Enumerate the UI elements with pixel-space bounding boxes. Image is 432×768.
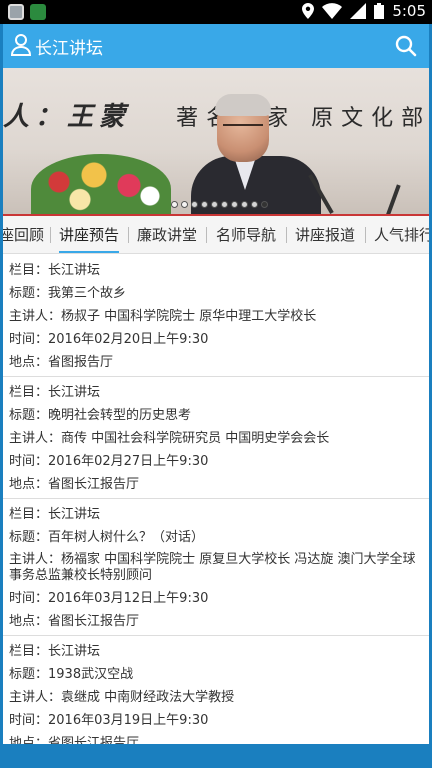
battery-icon (374, 3, 385, 19)
lecture-speaker: 主讲人：商传 中国社会科学院研究员 中国明史学会会长 (9, 431, 330, 446)
list-item[interactable]: 栏目：长江讲坛 标题：百年树人树什么？（对话） 主讲人：杨福家 中国科学院院士 … (3, 499, 429, 636)
clock: 5:05 (392, 2, 426, 20)
carousel-dot[interactable] (231, 201, 238, 208)
search-icon[interactable] (395, 35, 417, 57)
carousel-dot[interactable] (211, 201, 218, 208)
lecture-time: 时间：2016年03月12日上午9:30 (9, 591, 209, 606)
carousel-dot[interactable] (191, 201, 198, 208)
carousel-dot[interactable] (241, 201, 248, 208)
lecture-title: 标题：晚明社会转型的历史思考 (9, 408, 192, 423)
carousel-dot-active[interactable] (261, 201, 268, 208)
lecture-time: 时间：2016年03月19日上午9:30 (9, 713, 209, 728)
carousel-dot[interactable] (221, 201, 228, 208)
tab-lecture-review[interactable]: 座回顾 (3, 216, 44, 253)
list-item[interactable]: 栏目：长江讲坛 标题：我第三个故乡 主讲人：杨叔子 中国科学院院士 原华中理工大… (3, 255, 429, 377)
banner-caption-name: 人：王蒙 (3, 102, 132, 132)
carousel-dot[interactable] (201, 201, 208, 208)
carousel-indicator (171, 201, 268, 208)
carousel-dot[interactable] (251, 201, 258, 208)
bottom-bar (0, 744, 432, 768)
category-tabs: 座回顾 讲座预告 廉政讲堂 名师导航 讲座报道 人气排行 (3, 216, 429, 254)
app-icon (8, 4, 24, 20)
lecture-list: 栏目：长江讲坛 标题：我第三个故乡 主讲人：杨叔子 中国科学院院士 原华中理工大… (3, 255, 429, 744)
microphone-image (385, 184, 401, 216)
lecture-place: 地点：省图长江报告厅 (9, 736, 140, 744)
app-frame: 长江讲坛 人：王蒙 著名作家 原文化部长 座回顾 (3, 24, 429, 744)
lecture-column: 栏目：长江讲坛 (9, 385, 101, 400)
app-title: 长江讲坛 (35, 39, 103, 59)
list-item[interactable]: 栏目：长江讲坛 标题：晚明社会转型的历史思考 主讲人：商传 中国社会科学院研究员… (3, 377, 429, 499)
flowers-image (31, 154, 171, 216)
lecture-column: 栏目：长江讲坛 (9, 507, 101, 522)
tab-famous-teachers[interactable]: 名师导航 (216, 216, 276, 253)
banner-carousel[interactable]: 人：王蒙 著名作家 原文化部长 (3, 68, 429, 216)
lecture-title: 标题：1938武汉空战 (9, 667, 134, 682)
lecture-speaker: 主讲人：杨叔子 中国科学院院士 原华中理工大学校长 (9, 309, 317, 324)
lecture-place: 地点：省图长江报告厅 (9, 614, 140, 629)
user-icon[interactable] (11, 34, 31, 56)
lecture-column: 栏目：长江讲坛 (9, 263, 101, 278)
lecture-place: 地点：省图报告厅 (9, 355, 114, 370)
lecture-time: 时间：2016年02月27日上午9:30 (9, 454, 209, 469)
tab-lecture-preview[interactable]: 讲座预告 (59, 216, 120, 253)
lecture-time: 时间：2016年02月20日上午9:30 (9, 332, 209, 347)
tab-lecture-reports[interactable]: 讲座报道 (295, 216, 355, 253)
wifi-icon (322, 3, 343, 19)
lecture-speaker: 主讲人：杨福家 中国科学院院士 原复旦大学校长 冯达旋 澳门大学全球事务总监兼校… (9, 552, 416, 583)
carousel-dot[interactable] (171, 201, 178, 208)
lecture-speaker: 主讲人：袁继成 中南财经政法大学教授 (9, 690, 235, 705)
signal-icon (350, 3, 367, 19)
tab-integrity-lecture[interactable]: 廉政讲堂 (137, 216, 197, 253)
changjiang-app-icon (30, 4, 46, 20)
carousel-dot[interactable] (181, 201, 188, 208)
lecture-title: 标题：百年树人树什么？（对话） (9, 530, 205, 545)
lecture-title: 标题：我第三个故乡 (9, 286, 127, 301)
lecture-place: 地点：省图长江报告厅 (9, 477, 140, 492)
app-bar: 长江讲坛 (3, 24, 429, 68)
location-icon (302, 3, 315, 19)
tab-popularity-ranking[interactable]: 人气排行 (374, 216, 429, 253)
list-item[interactable]: 栏目：长江讲坛 标题：1938武汉空战 主讲人：袁继成 中南财经政法大学教授 时… (3, 636, 429, 744)
status-bar: 5:05 (0, 0, 432, 24)
lecture-column: 栏目：长江讲坛 (9, 644, 101, 659)
